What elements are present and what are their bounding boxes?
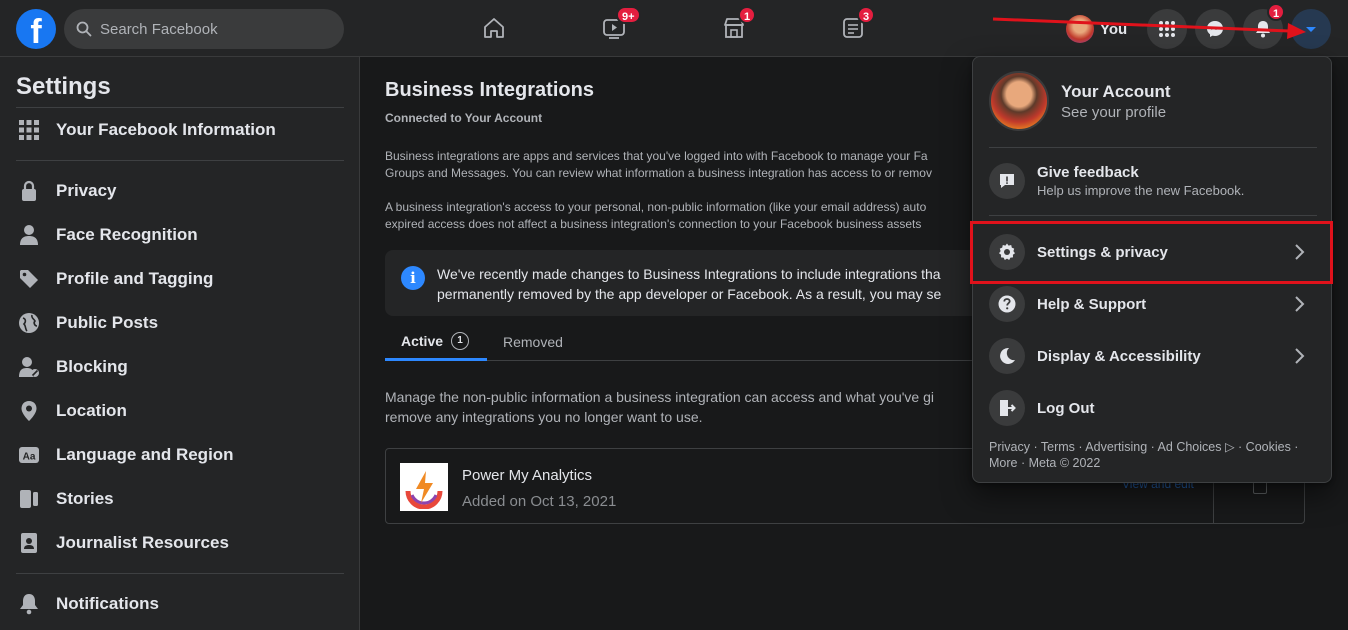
annotation-arrow-icon xyxy=(992,17,1306,39)
tab-active[interactable]: Active 1 xyxy=(385,323,487,361)
description-text: expired access does not affect a busines… xyxy=(385,217,922,231)
sidebar-item-your-facebook-information[interactable]: Your Facebook Information xyxy=(16,108,343,152)
grid-icon xyxy=(16,117,42,143)
integration-date: Added on Oct 13, 2021 xyxy=(462,493,617,510)
sidebar-item-label: Blocking xyxy=(56,357,128,376)
description-text: A business integration's access to your … xyxy=(385,200,927,214)
search-box[interactable] xyxy=(64,9,344,49)
your-account-link[interactable]: Your Account See your profile xyxy=(989,71,1171,131)
chevron-right-icon xyxy=(1295,348,1305,364)
help-and-support-item[interactable]: Help & Support xyxy=(981,278,1325,330)
sidebar-item-label: Privacy xyxy=(56,181,117,200)
sidebar-item-privacy[interactable]: Privacy xyxy=(16,169,343,213)
tag-icon xyxy=(16,266,42,292)
sidebar-item-label: Notifications xyxy=(56,594,159,613)
sidebar-item-label: Journalist Resources xyxy=(56,533,229,552)
pin-icon xyxy=(16,398,42,424)
svg-text:Aa: Aa xyxy=(23,452,36,463)
log-out-item[interactable]: Log Out xyxy=(981,382,1325,434)
manage-text: Manage the non-public information a busi… xyxy=(385,387,965,427)
sidebar-item-language-and-region[interactable]: Aa Language and Region xyxy=(16,433,343,477)
bell-icon xyxy=(16,591,42,617)
journalist-icon xyxy=(16,530,42,556)
sidebar-item-label: Your Facebook Information xyxy=(56,120,276,139)
sidebar-item-public-posts[interactable]: Public Posts xyxy=(16,301,343,345)
facebook-logo[interactable]: f xyxy=(16,9,56,51)
integration-name: Power My Analytics xyxy=(462,467,593,484)
lock-icon xyxy=(16,178,42,204)
marketplace-badge: 1 xyxy=(738,6,757,24)
sidebar-item-profile-and-tagging[interactable]: Profile and Tagging xyxy=(16,257,343,301)
sidebar-item-journalist-resources[interactable]: Journalist Resources xyxy=(16,521,343,565)
notice-line: We've recently made changes to Business … xyxy=(437,266,941,282)
section-subtitle: Connected to Your Account xyxy=(385,111,543,125)
display-and-accessibility-item[interactable]: Display & Accessibility xyxy=(981,330,1325,382)
watch-badge: 9+ xyxy=(616,6,641,24)
info-notice: i We've recently made changes to Busines… xyxy=(385,250,1025,316)
menu-item-label: Log Out xyxy=(1037,399,1095,417)
search-icon xyxy=(76,21,92,37)
menu-item-sublabel: Help us improve the new Facebook. xyxy=(1037,183,1245,198)
sidebar-item-label: Location xyxy=(56,401,127,420)
footer-line: Privacy · Terms · Advertising · Ad Choic… xyxy=(989,440,1299,454)
sidebar-item-location[interactable]: Location xyxy=(16,389,343,433)
help-icon xyxy=(989,286,1025,322)
moon-icon xyxy=(989,338,1025,374)
search-input[interactable] xyxy=(100,20,320,38)
give-feedback-item[interactable]: Give feedback Help us improve the new Fa… xyxy=(981,155,1325,207)
stories-icon xyxy=(16,486,42,512)
account-name: Your Account xyxy=(1061,81,1171,101)
block-icon xyxy=(16,354,42,380)
tab-removed[interactable]: Removed xyxy=(503,323,563,361)
menu-item-label: Display & Accessibility xyxy=(1037,347,1201,365)
logout-icon xyxy=(989,390,1025,426)
manage-line: remove any integrations you no longer wa… xyxy=(385,409,703,425)
avatar xyxy=(989,71,1049,131)
notice-line: permanently removed by the app developer… xyxy=(437,286,942,302)
manage-line: Manage the non-public information a busi… xyxy=(385,389,935,405)
sidebar-item-label: Language and Region xyxy=(56,445,234,464)
tab-count-badge: 1 xyxy=(451,331,470,350)
section-title: Business Integrations xyxy=(385,79,594,101)
menu-item-label: Give feedback xyxy=(1037,164,1139,181)
description-text: Groups and Messages. You can review what… xyxy=(385,166,932,180)
sidebar-item-notifications[interactable]: Notifications xyxy=(16,582,343,626)
sidebar-item-label: Stories xyxy=(56,489,114,508)
sidebar-item-label: Public Posts xyxy=(56,313,159,332)
chevron-right-icon xyxy=(1295,296,1305,312)
nav-news[interactable]: 3 xyxy=(835,6,876,46)
sidebar-item-blocking[interactable]: Blocking xyxy=(16,345,343,389)
nav-watch[interactable]: 9+ xyxy=(596,6,641,46)
divider xyxy=(989,215,1317,216)
face-icon xyxy=(16,222,42,248)
sidebar-item-label: Face Recognition xyxy=(56,225,198,244)
description-text: Business integrations are apps and servi… xyxy=(385,149,928,163)
sidebar-item-label: Profile and Tagging xyxy=(56,269,214,288)
news-badge: 3 xyxy=(857,6,876,24)
menu-item-label: Help & Support xyxy=(1037,295,1147,313)
tab-label: Active xyxy=(401,332,444,349)
notice-text: We've recently made changes to Business … xyxy=(437,264,1027,304)
power-my-analytics-logo xyxy=(400,463,448,511)
language-icon: Aa xyxy=(16,442,42,468)
nav-home[interactable] xyxy=(476,10,512,46)
sidebar-item-stories[interactable]: Stories xyxy=(16,477,343,521)
menu-footer-links[interactable]: Privacy · Terms · Advertising · Ad Choic… xyxy=(989,439,1319,471)
annotation-highlight-box xyxy=(970,221,1333,284)
globe-icon xyxy=(16,310,42,336)
sidebar-item-face-recognition[interactable]: Face Recognition xyxy=(16,213,343,257)
settings-sidebar: Settings Your Facebook Information Priva… xyxy=(0,57,360,630)
footer-line: More · Meta © 2022 xyxy=(989,456,1101,470)
account-subtitle: See your profile xyxy=(1061,103,1167,121)
nav-marketplace[interactable]: 1 xyxy=(716,6,757,46)
feedback-icon xyxy=(989,163,1025,199)
page-title: Settings xyxy=(16,73,111,100)
divider xyxy=(989,147,1317,148)
home-icon xyxy=(484,18,504,38)
info-icon: i xyxy=(401,266,425,290)
